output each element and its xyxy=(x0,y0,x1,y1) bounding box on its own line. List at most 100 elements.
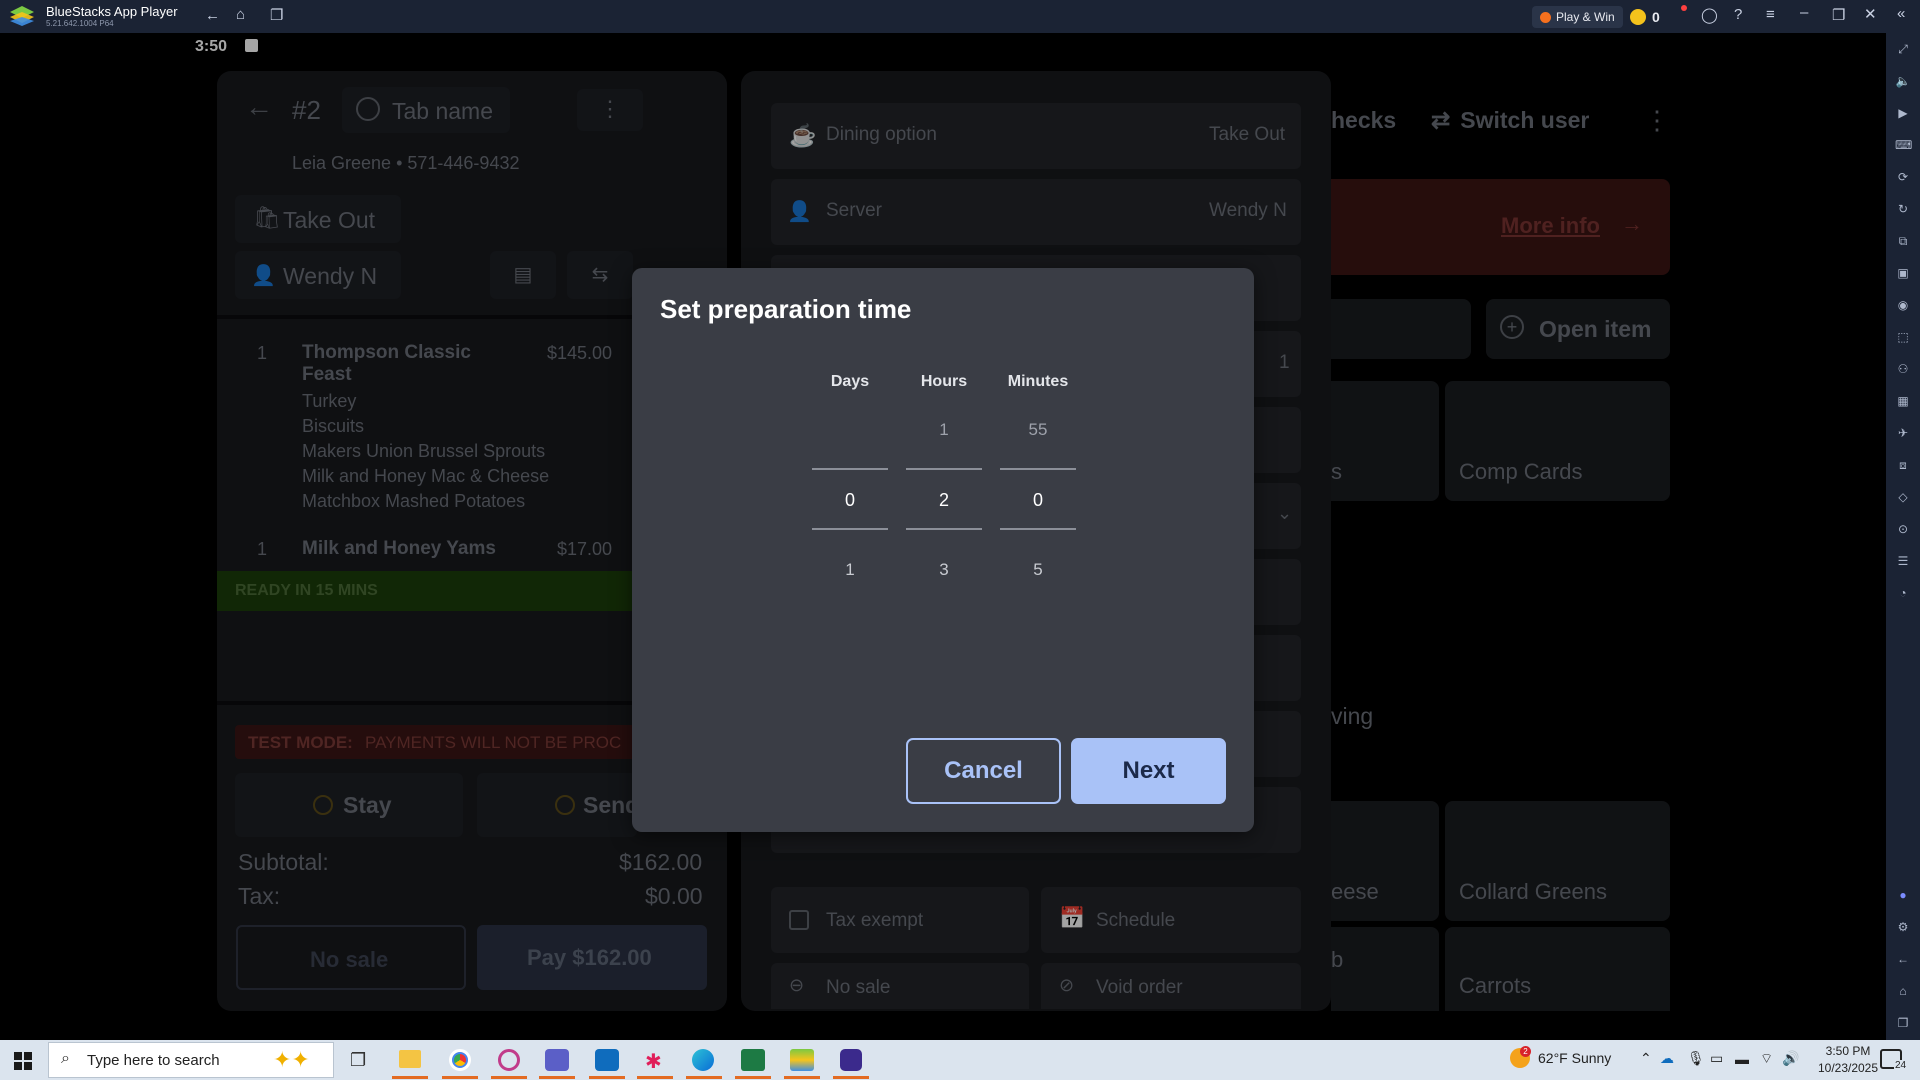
weather-label: 62°F Sunny xyxy=(1538,1050,1612,1066)
active-app-indicator xyxy=(637,1076,673,1079)
taskbar-search[interactable]: ⌕ Type here to search ✦✦ xyxy=(48,1042,334,1078)
next-button[interactable]: Next xyxy=(1071,738,1226,804)
excel-icon[interactable] xyxy=(741,1049,765,1071)
account-icon[interactable]: ◯ xyxy=(1701,6,1718,24)
emulator-sidebar: ⤢ 🔈 ▶ ⌨ ⟳ ↻ ⧉ ▣ ◉ ⬚ ⚇ ▦ ✈ ⧈ ◇ ⊙ ☰ ◔ ● ⚙ … xyxy=(1886,33,1920,1040)
active-app-indicator xyxy=(442,1076,478,1079)
airplane-icon[interactable]: ✈ xyxy=(1895,425,1911,441)
android-back-icon[interactable]: ← xyxy=(1895,951,1911,967)
resize-icon[interactable]: ⧈ xyxy=(1895,457,1911,473)
windows-start-icon[interactable] xyxy=(14,1052,32,1070)
taskbar-time[interactable]: 3:50 PM xyxy=(1818,1044,1878,1058)
file-explorer-icon[interactable] xyxy=(399,1050,421,1068)
menu-icon[interactable]: ≡ xyxy=(1766,6,1775,23)
search-placeholder: Type here to search xyxy=(87,1052,220,1069)
cancel-button[interactable]: Cancel xyxy=(906,738,1061,804)
bluestacks-taskbar-icon[interactable] xyxy=(790,1049,814,1071)
fullscreen-icon[interactable]: ⤢ xyxy=(1895,41,1911,57)
keyboard-icon[interactable]: ⌨ xyxy=(1895,137,1912,153)
days-bottom-line xyxy=(812,528,888,530)
active-app-indicator xyxy=(539,1076,575,1079)
minutes-header: Minutes xyxy=(1007,373,1069,390)
home-icon[interactable]: ⌂ xyxy=(236,6,245,23)
active-app-indicator xyxy=(392,1076,428,1079)
android-home-icon[interactable]: ⌂ xyxy=(1895,983,1911,999)
minutes-picker-below[interactable]: 5 xyxy=(1000,560,1076,580)
active-app-indicator xyxy=(686,1076,722,1079)
bluestacks-logo-icon xyxy=(10,6,34,26)
sync-icon[interactable]: ↻ xyxy=(1895,201,1911,217)
task-view-icon[interactable]: ❐ xyxy=(350,1050,366,1071)
windows-taskbar: ⌕ Type here to search ✦✦ ❐ ✱ 62°F Sunny … xyxy=(0,1040,1920,1080)
coin-icon xyxy=(1630,9,1646,25)
coins-button[interactable]: 0 xyxy=(1630,6,1660,28)
onedrive-icon[interactable]: ☁ xyxy=(1660,1050,1674,1067)
active-app-indicator xyxy=(784,1076,820,1079)
gallery-icon[interactable]: ▦ xyxy=(1895,393,1911,409)
coins-count: 0 xyxy=(1652,9,1660,25)
play-win-label: Play & Win xyxy=(1556,10,1615,24)
macro-icon[interactable]: ⟳ xyxy=(1895,169,1911,185)
teams-icon[interactable] xyxy=(545,1049,569,1071)
chrome-icon[interactable] xyxy=(449,1049,471,1071)
multi-instance-icon[interactable]: ⚇ xyxy=(1895,361,1911,377)
apk-icon[interactable]: ⧉ xyxy=(1895,233,1911,249)
app-version: 5.21.642.1004 P64 xyxy=(46,19,114,28)
recent-apps-icon[interactable]: ❐ xyxy=(270,6,283,24)
settings-icon[interactable]: ⚙ xyxy=(1895,919,1911,935)
volume-icon[interactable]: 🔈 xyxy=(1895,73,1911,89)
play-win-button[interactable]: Play & Win xyxy=(1532,6,1623,28)
minutes-bottom-line xyxy=(1000,528,1076,530)
wifi-icon[interactable]: ⌔ xyxy=(1760,1050,1773,1068)
speaker-icon[interactable]: 🔊 xyxy=(1782,1050,1799,1067)
android-recents-icon[interactable]: ❐ xyxy=(1895,1015,1911,1031)
days-picker-below[interactable]: 1 xyxy=(812,560,888,580)
discord-icon[interactable]: ● xyxy=(1895,887,1911,903)
play-win-icon xyxy=(1540,11,1551,23)
help-icon[interactable]: ? xyxy=(1734,6,1742,23)
microphone-icon[interactable]: 🎙 xyxy=(1687,1050,1705,1067)
days-top-line xyxy=(812,468,888,470)
tray-chevron-icon[interactable]: ⌃ xyxy=(1640,1050,1652,1067)
notification-dot xyxy=(1681,5,1687,11)
active-app-indicator xyxy=(491,1076,527,1079)
media-icon[interactable]: ▶ xyxy=(1895,105,1911,121)
speed-icon[interactable]: ◔ xyxy=(1895,585,1911,601)
slack-icon[interactable]: ✱ xyxy=(645,1049,662,1074)
minimize-icon[interactable]: – xyxy=(1800,4,1808,21)
emulator-titlebar: BlueStacks App Player 5.21.642.1004 P64 … xyxy=(0,0,1920,33)
hours-header: Hours xyxy=(920,373,968,390)
taskbar-date[interactable]: 10/23/2025 xyxy=(1810,1061,1886,1075)
search-highlight-icon: ✦✦ xyxy=(273,1047,310,1072)
notification-count: 24 xyxy=(1894,1060,1908,1071)
hours-picker-selected[interactable]: 2 xyxy=(906,490,982,511)
camera-icon[interactable]: ◉ xyxy=(1895,297,1911,313)
app-name: BlueStacks App Player xyxy=(46,4,178,19)
minutes-picker-selected[interactable]: 0 xyxy=(1000,490,1076,511)
days-picker-selected[interactable]: 0 xyxy=(812,490,888,511)
edge-icon[interactable] xyxy=(692,1049,714,1071)
prep-time-dialog: Set preparation time Days Hours Minutes … xyxy=(632,268,1254,832)
collapse-sidebar-icon[interactable]: « xyxy=(1897,5,1905,22)
hours-picker-above[interactable]: 1 xyxy=(906,420,982,440)
minutes-top-line xyxy=(1000,468,1076,470)
app-icon[interactable] xyxy=(840,1049,862,1071)
back-icon[interactable]: ← xyxy=(205,7,220,24)
outlook-icon[interactable] xyxy=(595,1049,619,1071)
record-icon[interactable]: ⬚ xyxy=(1895,329,1911,345)
minutes-picker-above[interactable]: 55 xyxy=(1000,420,1076,440)
search-icon: ⌕ xyxy=(61,1050,70,1067)
hours-bottom-line xyxy=(906,528,982,530)
location-icon[interactable]: ⊙ xyxy=(1895,521,1911,537)
hours-picker-below[interactable]: 3 xyxy=(906,560,982,580)
close-icon[interactable]: ✕ xyxy=(1864,5,1877,23)
meet-icon[interactable]: ▭ xyxy=(1710,1050,1723,1067)
snipping-tool-icon[interactable] xyxy=(498,1049,520,1071)
battery-icon[interactable]: ▬ xyxy=(1735,1051,1749,1067)
restore-icon[interactable]: ❐ xyxy=(1832,6,1845,24)
screenshot-icon[interactable]: ▣ xyxy=(1895,265,1911,281)
days-header: Days xyxy=(830,373,870,390)
eraser-icon[interactable]: ◇ xyxy=(1895,489,1911,505)
active-app-indicator xyxy=(833,1076,869,1079)
layers-icon[interactable]: ☰ xyxy=(1895,553,1911,569)
